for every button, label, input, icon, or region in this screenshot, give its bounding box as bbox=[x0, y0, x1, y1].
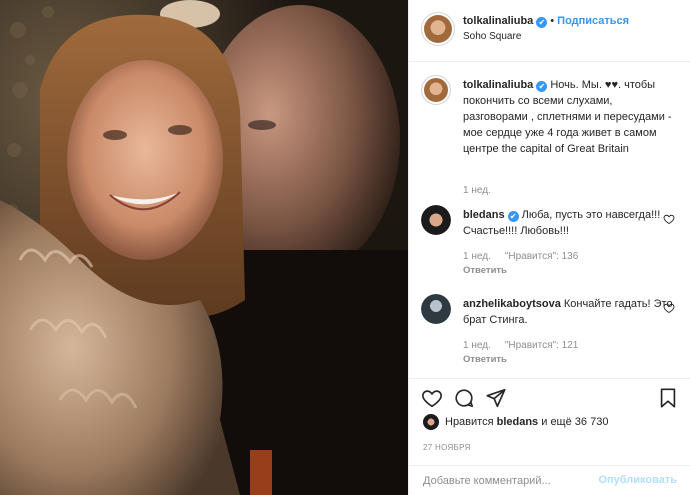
instagram-post: tolkalinaliuba ✔ • Подписаться Soho Square … bbox=[0, 0, 690, 495]
likes-prefix: Нравится bbox=[445, 415, 497, 428]
caption-meta: 1 нед. bbox=[463, 185, 505, 196]
woman-face bbox=[67, 60, 223, 260]
caption-username[interactable]: tolkalinaliuba bbox=[463, 79, 533, 91]
verified-icon: ✔ bbox=[536, 81, 548, 92]
heart-icon[interactable] bbox=[421, 387, 443, 409]
post-date: 27 НОЯБРЯ bbox=[423, 443, 471, 452]
comment-like-icon[interactable] bbox=[663, 302, 675, 314]
action-bar bbox=[409, 378, 690, 418]
header-user-line: tolkalinaliuba ✔ • Подписаться bbox=[463, 15, 629, 28]
reply-button[interactable]: Ответить bbox=[463, 265, 507, 276]
comment-time[interactable]: 1 нед. bbox=[463, 340, 491, 351]
comment-text: anzhelikaboytsova Кончайте гадать! Это б… bbox=[463, 296, 673, 328]
author-avatar[interactable] bbox=[421, 12, 455, 46]
comment-username[interactable]: bledans bbox=[463, 209, 505, 221]
commenter-avatar[interactable] bbox=[421, 294, 451, 324]
post-side-panel: tolkalinaliuba ✔ • Подписаться Soho Square … bbox=[408, 0, 690, 495]
selfie-photo bbox=[0, 0, 408, 495]
follow-button[interactable]: Подписаться bbox=[557, 15, 629, 27]
comment-meta: 1 нед. "Нравится": 121 bbox=[463, 340, 592, 351]
add-comment-bar: Опубликовать bbox=[409, 465, 690, 495]
caption-avatar[interactable] bbox=[421, 75, 451, 105]
bottle bbox=[250, 450, 272, 495]
bookmark-icon[interactable] bbox=[657, 387, 679, 409]
author-username[interactable]: tolkalinaliuba bbox=[463, 15, 533, 27]
caption-text: tolkalinaliuba ✔ Ночь. Мы. ♥♥. чтобы поко… bbox=[463, 77, 673, 157]
comment-text: bledans ✔ Люба, пусть это навсегда!!! Сча… bbox=[463, 207, 673, 239]
reply-button[interactable]: Ответить bbox=[463, 354, 507, 365]
comment-likes[interactable]: "Нравится": 121 bbox=[505, 340, 578, 351]
separator-dot: • bbox=[550, 15, 555, 27]
comment-input[interactable] bbox=[423, 473, 603, 489]
post-header: tolkalinaliuba ✔ • Подписаться Soho Square bbox=[409, 0, 690, 62]
verified-icon: ✔ bbox=[507, 211, 519, 222]
comment-likes[interactable]: "Нравится": 136 bbox=[505, 251, 578, 262]
comment-icon[interactable] bbox=[453, 387, 475, 409]
post-photo[interactable] bbox=[0, 0, 408, 495]
location-link[interactable]: Soho Square bbox=[463, 31, 521, 42]
comments-list[interactable]: tolkalinaliuba ✔ Ночь. Мы. ♥♥. чтобы поко… bbox=[409, 62, 690, 372]
liker-avatar bbox=[423, 414, 439, 430]
comment-username[interactable]: anzhelikaboytsova bbox=[463, 298, 561, 310]
commenter-avatar[interactable] bbox=[421, 205, 451, 235]
verified-icon: ✔ bbox=[536, 17, 548, 28]
share-icon[interactable] bbox=[485, 387, 507, 409]
caption-time[interactable]: 1 нед. bbox=[463, 185, 491, 196]
comment-like-icon[interactable] bbox=[663, 213, 675, 225]
likes-summary[interactable]: Нравится bledans и ещё 36 730 bbox=[423, 414, 608, 434]
comment-time[interactable]: 1 нед. bbox=[463, 251, 491, 262]
liker-username[interactable]: bledans bbox=[497, 416, 539, 428]
publish-button[interactable]: Опубликовать bbox=[598, 474, 677, 486]
comment-meta: 1 нед. "Нравится": 136 bbox=[463, 251, 592, 262]
likes-suffix[interactable]: и ещё 36 730 bbox=[538, 416, 608, 428]
